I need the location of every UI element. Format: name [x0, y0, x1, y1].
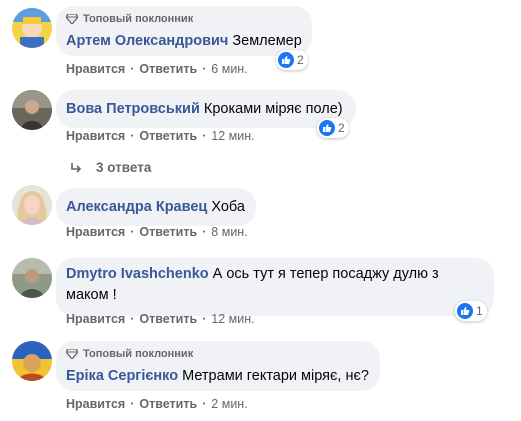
comment-text: А ось тут я тепер посаджу дулю з — [212, 266, 439, 282]
reply-link[interactable]: Ответить — [139, 129, 197, 143]
like-link[interactable]: Нравится — [66, 312, 125, 326]
comment-actions: Нравится · Ответить · 12 мин. — [66, 312, 255, 326]
author-name[interactable]: Dmytro Ivashchenko — [66, 266, 209, 282]
comment-bubble: Топовый поклонник Артем Олександрович Зе… — [56, 6, 312, 56]
timestamp[interactable]: 12 мин. — [211, 312, 254, 326]
comment-actions: Нравится · Ответить · 8 мин. — [66, 225, 248, 239]
replies-label: 3 ответа — [96, 160, 152, 175]
avatar[interactable] — [12, 8, 52, 48]
author-name[interactable]: Артем Олександрович — [66, 33, 228, 49]
reply-arrow-icon — [71, 162, 82, 173]
top-fan-badge: Топовый поклонник — [66, 13, 193, 25]
comment-bubble: Александра Кравец Хоба — [56, 188, 256, 226]
comment-bubble: Топовый поклонник Еріка Сергієнко Метрам… — [56, 341, 380, 391]
reply-link[interactable]: Ответить — [139, 397, 197, 411]
thumbs-up-icon — [319, 120, 335, 136]
reaction-number: 1 — [476, 304, 483, 318]
reaction-number: 2 — [338, 121, 345, 135]
comment-text: Землемер — [232, 33, 302, 49]
diamond-icon — [66, 349, 78, 359]
avatar[interactable] — [12, 258, 52, 298]
like-link[interactable]: Нравится — [66, 62, 125, 76]
avatar[interactable] — [12, 90, 52, 130]
avatar[interactable] — [12, 341, 52, 381]
view-replies-button[interactable]: 3 ответа — [70, 160, 151, 175]
thumbs-up-icon — [278, 52, 294, 68]
top-fan-badge: Топовый поклонник — [66, 348, 193, 360]
author-name[interactable]: Вова Петровський — [66, 101, 200, 117]
like-link[interactable]: Нравится — [66, 129, 125, 143]
reply-link[interactable]: Ответить — [139, 312, 197, 326]
comment-actions: Нравится · Ответить · 2 мин. — [66, 397, 248, 411]
avatar[interactable] — [12, 185, 52, 225]
thumbs-up-icon — [457, 303, 473, 319]
comment-text-continued: маком ! — [66, 287, 117, 303]
diamond-icon — [66, 14, 78, 24]
comment-text: Кроками міряє поле) — [203, 101, 343, 117]
timestamp[interactable]: 2 мин. — [211, 397, 247, 411]
like-link[interactable]: Нравится — [66, 397, 125, 411]
reaction-count[interactable]: 1 — [455, 301, 487, 321]
reaction-count[interactable]: 2 — [276, 50, 308, 70]
reaction-number: 2 — [297, 53, 304, 67]
badge-label: Топовый поклонник — [83, 13, 194, 25]
like-link[interactable]: Нравится — [66, 225, 125, 239]
reply-link[interactable]: Ответить — [139, 62, 197, 76]
comment-bubble: Dmytro Ivashchenko А ось тут я тепер пос… — [56, 258, 494, 316]
timestamp[interactable]: 8 мин. — [211, 225, 247, 239]
comment-actions: Нравится · Ответить · 12 мин. — [66, 129, 255, 143]
comment-bubble: Вова Петровський Кроками міряє поле) — [56, 90, 356, 128]
reply-link[interactable]: Ответить — [139, 225, 197, 239]
comment-actions: Нравится · Ответить · 6 мин. — [66, 62, 248, 76]
author-name[interactable]: Александра Кравец — [66, 199, 207, 215]
reaction-count[interactable]: 2 — [317, 118, 349, 138]
timestamp[interactable]: 12 мин. — [211, 129, 254, 143]
comment-text: Метрами гектари міряє, нє? — [182, 368, 369, 384]
author-name[interactable]: Еріка Сергієнко — [66, 368, 178, 384]
timestamp[interactable]: 6 мин. — [211, 62, 247, 76]
badge-label: Топовый поклонник — [83, 348, 194, 360]
comment-text: Хоба — [211, 199, 245, 215]
